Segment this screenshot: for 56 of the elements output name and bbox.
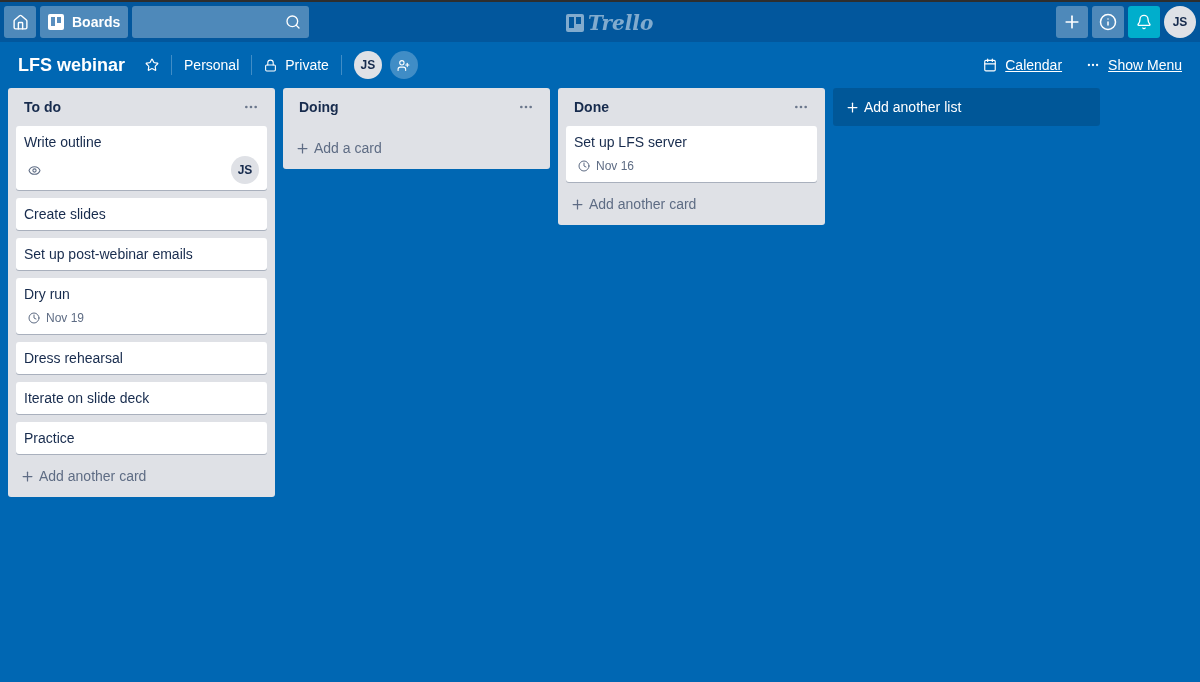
list-title[interactable]: Doing [299,96,339,118]
calendar-icon [983,58,998,72]
bell-icon [1136,14,1152,30]
due-date: Nov 16 [596,158,635,175]
card[interactable]: Iterate on slide deck [16,382,267,414]
card[interactable]: Practice [16,422,267,454]
add-member-icon [397,58,411,72]
plus-icon [20,468,35,484]
info-button[interactable] [1092,6,1124,38]
plus-icon [295,140,310,156]
info-icon [1099,13,1117,31]
card[interactable]: Dry run Nov 19 [16,278,267,334]
card[interactable]: Set up post-webinar emails [16,238,267,270]
add-list-button[interactable]: Add another list [833,88,1100,126]
boards-icon [48,14,64,30]
home-icon [11,13,29,31]
member-avatar[interactable]: JS [231,156,259,184]
team-button[interactable]: Personal [184,54,240,76]
add-card-button[interactable]: Add a card [291,130,386,166]
plus-icon [845,99,860,115]
card-title: Iterate on slide deck [24,389,151,408]
logo-icon [566,14,584,32]
card[interactable]: Create slides [16,198,267,230]
clock-icon [578,160,590,172]
list-title[interactable]: Done [574,96,609,118]
add-card-button[interactable]: Add another card [566,186,701,222]
member-avatar[interactable]: JS [353,51,382,79]
plus-icon [570,196,585,212]
add-card-button[interactable]: Add another card [16,458,151,494]
card-title: Set up post-webinar emails [24,245,194,264]
card[interactable]: Dress rehearsal [16,342,267,374]
show-menu-link[interactable]: Show Menu [1108,54,1182,76]
card-title: Set up LFS server [574,133,688,152]
home-button[interactable] [4,6,36,38]
star-icon[interactable] [145,58,159,72]
card[interactable]: Set up LFS server Nov 16 [566,126,817,182]
card-title: Dress rehearsal [24,349,124,368]
search-field[interactable] [132,6,310,38]
visibility-button[interactable]: Private [285,54,329,76]
search-icon [285,14,302,30]
card-title: Create slides [24,205,107,224]
calendar-link[interactable]: Calendar [1005,54,1063,76]
boards-button[interactable]: Boards [40,6,129,38]
due-date: Nov 19 [46,310,85,327]
add-button[interactable] [1056,6,1088,38]
card-title: Write outline [24,133,103,152]
card-title: Dry run [24,285,71,304]
lock-icon [264,58,278,72]
notifications-button[interactable] [1128,6,1160,38]
card-title: Practice [24,429,76,448]
clock-icon [28,312,40,324]
card[interactable]: Write outline JS [16,126,267,190]
invite-button[interactable] [389,51,418,79]
board-title[interactable]: LFS webinar [18,51,125,79]
user-avatar[interactable]: JS [1164,6,1196,38]
list-title[interactable]: To do [24,96,62,118]
